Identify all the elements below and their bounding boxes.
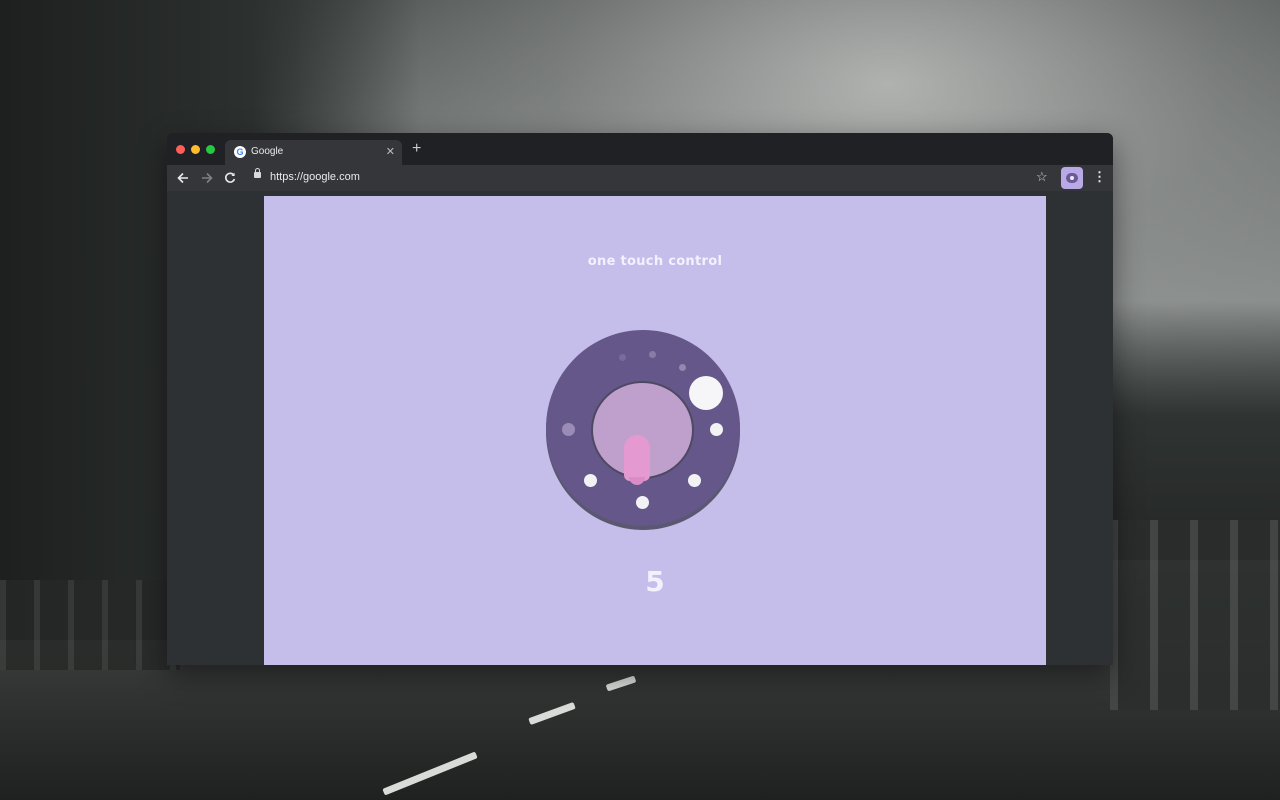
bookmark-star-icon[interactable]: ☆ (1036, 169, 1048, 185)
dial-level-dot (584, 474, 597, 487)
dial-handle[interactable] (624, 435, 650, 485)
lock-icon (254, 168, 261, 178)
back-button[interactable] (174, 169, 192, 187)
dial-level-dot (710, 423, 723, 436)
dial-level-dot (619, 354, 626, 361)
dial-level-dot (562, 423, 575, 436)
tab-title: Google (251, 146, 284, 157)
browser-window: G Google ✕ + https://google.com ☆ ⋮ one … (167, 133, 1113, 665)
close-window-button[interactable] (176, 145, 185, 154)
dial-level-dot (636, 496, 649, 509)
extension-toggle-icon[interactable] (1061, 167, 1083, 189)
tab-google[interactable]: G Google ✕ (225, 140, 402, 165)
browser-toolbar: https://google.com ☆ ⋮ (167, 165, 1113, 191)
url-text[interactable]: https://google.com (270, 171, 360, 183)
page-title: one touch control (587, 254, 723, 269)
google-g-icon: G (234, 146, 246, 158)
browser-viewport: one touch control 5 (167, 191, 1113, 665)
reload-icon (225, 172, 236, 183)
maximize-window-button[interactable] (206, 145, 215, 154)
forward-button[interactable] (198, 169, 216, 187)
address-bar[interactable]: https://google.com (247, 168, 1032, 188)
dial-value: 5 (645, 565, 665, 598)
dial-level-dot-active (689, 376, 723, 410)
browser-menu-icon[interactable]: ⋮ (1093, 169, 1106, 185)
new-tab-button[interactable]: + (412, 141, 421, 157)
dial-level-dot (688, 474, 701, 487)
minimize-window-button[interactable] (191, 145, 200, 154)
tab-bar: G Google ✕ + (167, 133, 1113, 165)
rotary-dial[interactable] (546, 330, 740, 530)
close-tab-icon[interactable]: ✕ (386, 145, 395, 158)
arrow-right-icon (202, 172, 213, 184)
dial-level-dot (649, 351, 656, 358)
dial-level-dot (679, 364, 686, 371)
arrow-left-icon (177, 172, 188, 184)
reload-button[interactable] (221, 169, 239, 187)
extension-page: one touch control 5 (264, 196, 1046, 665)
